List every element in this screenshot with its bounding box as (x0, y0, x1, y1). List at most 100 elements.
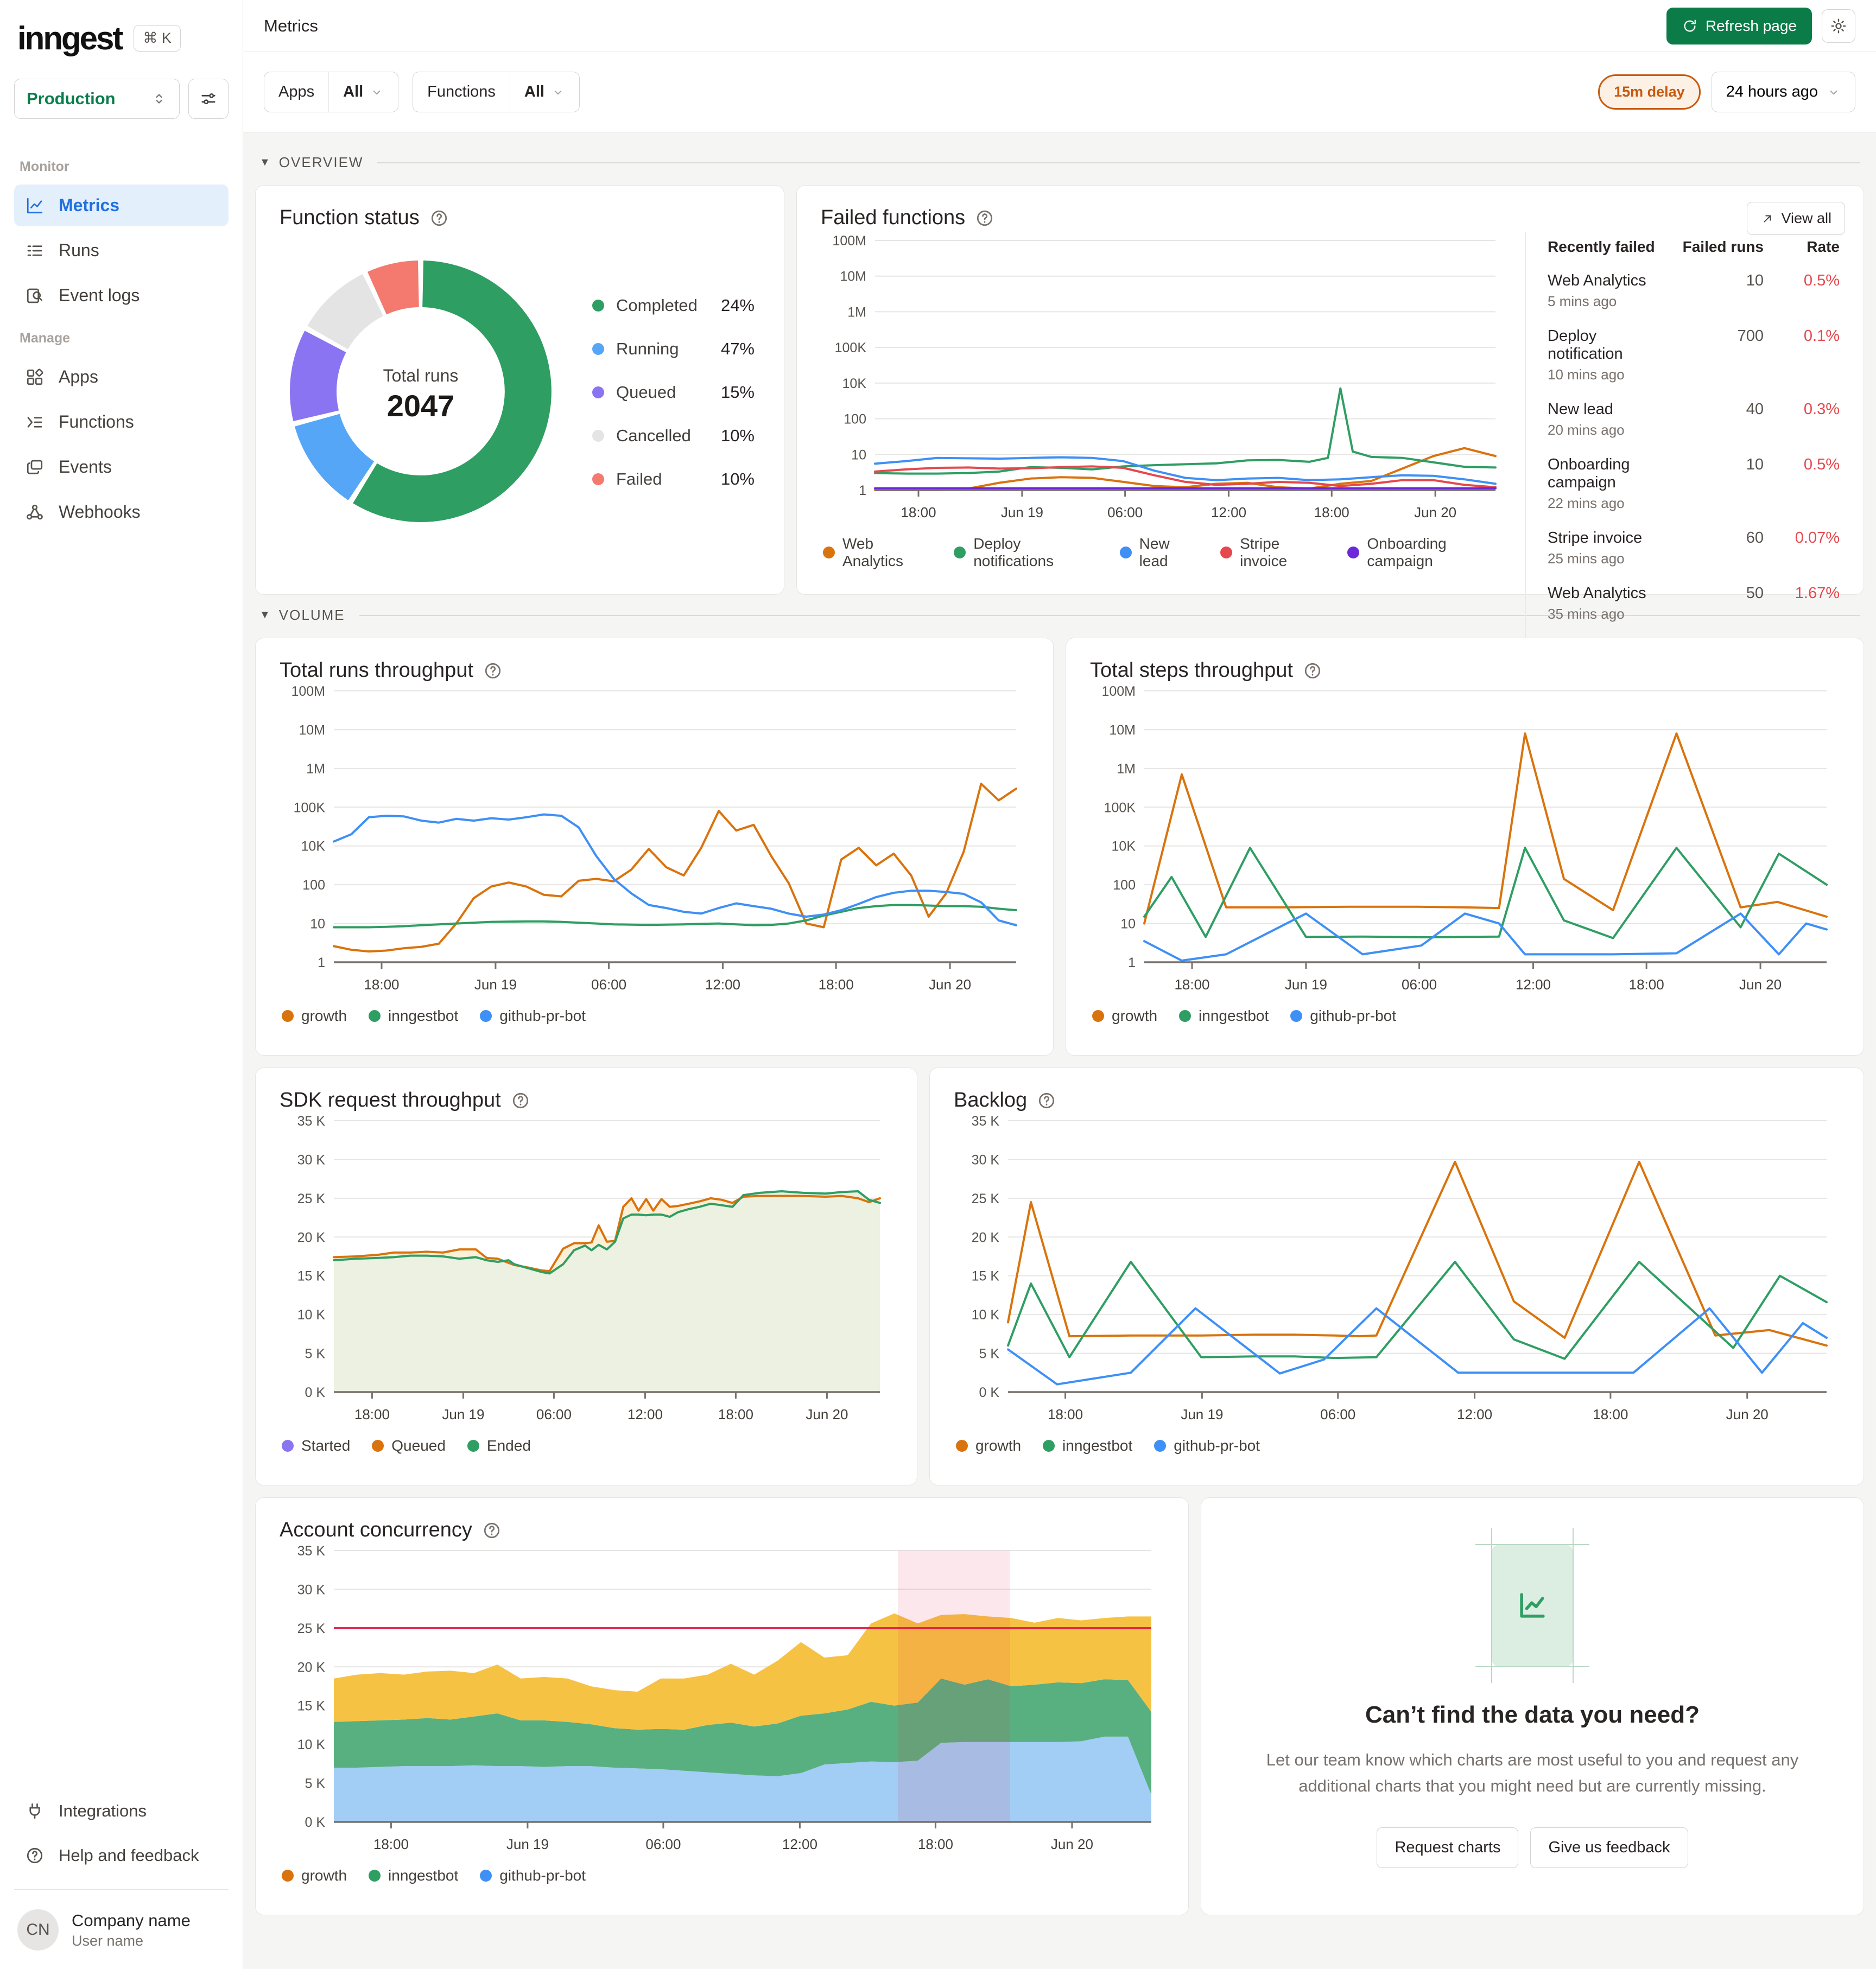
help-circle-icon (512, 1093, 528, 1108)
command-k-shortcut[interactable]: ⌘ K (134, 25, 181, 52)
svg-text:20 K: 20 K (297, 1230, 326, 1245)
failure-rate-value: 0.3% (1803, 401, 1840, 418)
sidebar-item-functions[interactable]: Functions (14, 401, 229, 443)
arrow-up-right-icon (1764, 215, 1771, 222)
log-search-icon (27, 288, 42, 303)
table-row-function[interactable]: New lead 20 mins ago (1548, 401, 1666, 456)
function-status-legend: Completed 24% Running 47% Queued 15% Cancelled… (562, 296, 760, 489)
give-feedback-button[interactable]: Give us feedback (1530, 1827, 1688, 1869)
legend-item: growth (282, 1007, 347, 1025)
legend-item: inngestbot (1179, 1007, 1269, 1025)
svg-text:100M: 100M (1101, 684, 1136, 699)
list-icon (27, 245, 42, 256)
svg-text:0 K: 0 K (979, 1385, 999, 1400)
legend-item: Onboarding campaign (1347, 535, 1509, 570)
sidebar-item-webhooks[interactable]: Webhooks (14, 491, 229, 533)
svg-text:100: 100 (844, 412, 866, 427)
failed-functions-card: Failed functions View all 100M 10M 1M 100K 1… (796, 185, 1864, 640)
sdk-request-throughput-card: SDK request throughput 35 K 30 K 25 K 20 K1… (255, 1068, 917, 1485)
svg-text:18:00: 18:00 (1174, 976, 1209, 993)
environment-filter-button[interactable] (188, 79, 229, 119)
sidebar-item-metrics[interactable]: Metrics (14, 185, 229, 226)
filter-bar: Apps All Functions All 15m delay 24 hour… (243, 52, 1876, 132)
svg-text:30 K: 30 K (297, 1582, 326, 1597)
svg-text:5 K: 5 K (305, 1776, 325, 1792)
refresh-page-button[interactable]: Refresh page (1666, 7, 1812, 45)
avatar: CN (17, 1909, 59, 1951)
legend-item: Ended (467, 1437, 531, 1454)
svg-text:Jun 20: Jun 20 (1414, 504, 1456, 520)
total-steps-chart: 100M 10M 1M 100K 10K 100 10 1 18:00 Jun 19 06:00 12… (1090, 682, 1840, 1000)
legend-item: Deploy notifications (954, 535, 1098, 570)
table-row-function[interactable]: Web Analytics 5 mins ago (1548, 272, 1666, 327)
failure-rate-value: 0.5% (1803, 272, 1840, 289)
sidebar-item-integrations[interactable]: Integrations (14, 1790, 229, 1832)
svg-text:25 K: 25 K (297, 1621, 326, 1636)
feedback-title: Can’t find the data you need? (1365, 1701, 1700, 1728)
svg-text:10: 10 (310, 917, 325, 932)
svg-text:100K: 100K (1104, 800, 1136, 815)
functions-filter[interactable]: Functions All (413, 72, 580, 112)
svg-text:Jun 20: Jun 20 (806, 1406, 848, 1422)
settings-button[interactable] (1822, 9, 1855, 43)
svg-text:10M: 10M (299, 722, 325, 738)
svg-text:35 K: 35 K (972, 1114, 1000, 1129)
total-steps-throughput-card: Total steps throughput 100M 10M 1M 100K 10K 1… (1066, 638, 1864, 1056)
topbar: Metrics Refresh page (243, 0, 1876, 52)
apps-filter[interactable]: Apps All (264, 72, 399, 112)
svg-text:35 K: 35 K (297, 1544, 326, 1559)
plug-icon (29, 1803, 40, 1819)
svg-text:12:00: 12:00 (1211, 504, 1246, 520)
svg-text:18:00: 18:00 (1048, 1406, 1083, 1422)
environment-select[interactable]: Production (14, 79, 180, 119)
chart-placeholder-icon (1492, 1544, 1573, 1667)
svg-text:100: 100 (1113, 878, 1136, 893)
sdk-request-legend: Started Queued Ended (280, 1437, 893, 1454)
svg-text:10M: 10M (840, 269, 866, 284)
recently-failed-table: Recently failed Failed runs Rate Web Analyt… (1525, 232, 1840, 640)
svg-text:12:00: 12:00 (628, 1406, 663, 1422)
svg-text:Jun 20: Jun 20 (1739, 976, 1782, 993)
svg-text:1: 1 (859, 483, 866, 498)
svg-text:15 K: 15 K (972, 1269, 1000, 1284)
legend-item: New lead (1119, 535, 1199, 570)
table-row-function[interactable]: Stripe invoice 25 mins ago (1548, 529, 1666, 585)
svg-text:12:00: 12:00 (782, 1836, 817, 1852)
chevron-up-down-icon (156, 94, 162, 104)
function-status-donut-chart: Total runs 2047 (280, 250, 562, 535)
chevron-down-icon (373, 90, 381, 94)
svg-text:18:00: 18:00 (819, 976, 854, 993)
failure-rate-value: 1.67% (1795, 585, 1840, 602)
svg-text:100M: 100M (832, 233, 866, 249)
svg-text:Jun 20: Jun 20 (1051, 1836, 1093, 1852)
account-row[interactable]: CN Company name User name (14, 1905, 229, 1955)
table-header: Recently failed (1548, 238, 1655, 255)
svg-text:1M: 1M (306, 761, 325, 777)
page-title: Metrics (264, 16, 318, 35)
svg-text:10K: 10K (1112, 839, 1136, 854)
sidebar-item-events[interactable]: Events (14, 446, 229, 488)
table-row-function[interactable]: Deploy notification 10 mins ago (1548, 327, 1666, 401)
feedback-body: Let our team know which charts are most … (1266, 1750, 1799, 1795)
overview-section-toggle[interactable]: ▼ OVERVIEW (259, 154, 1860, 171)
legend-item: Completed 24% (592, 296, 755, 315)
sidebar-item-apps[interactable]: Apps (14, 356, 229, 398)
request-charts-button[interactable]: Request charts (1377, 1827, 1519, 1869)
svg-text:0 K: 0 K (305, 1385, 325, 1400)
svg-text:1M: 1M (847, 304, 866, 320)
svg-text:10 K: 10 K (297, 1737, 326, 1752)
company-name: Company name (72, 1910, 191, 1930)
svg-text:Jun 20: Jun 20 (1726, 1406, 1769, 1422)
table-row-function[interactable]: Web Analytics 35 mins ago (1548, 585, 1666, 640)
svg-text:18:00: 18:00 (373, 1836, 409, 1852)
time-range-select[interactable]: 24 hours ago (1711, 72, 1855, 112)
failed-runs-value: 10 (1746, 272, 1764, 289)
sidebar-item-help-and-feedback[interactable]: Help and feedback (14, 1835, 229, 1876)
sidebar-item-event-logs[interactable]: Event logs (14, 275, 229, 316)
view-all-button[interactable]: View all (1747, 202, 1845, 235)
svg-text:20 K: 20 K (972, 1230, 1000, 1245)
sidebar-item-runs[interactable]: Runs (14, 230, 229, 271)
total-runs-chart: 100M 10M 1M 100K 10K 100 10 1 18:00 Jun 19 06:00 12… (280, 682, 1029, 1000)
svg-text:06:00: 06:00 (536, 1406, 572, 1422)
table-row-function[interactable]: Onboarding campaign 22 mins ago (1548, 456, 1666, 529)
